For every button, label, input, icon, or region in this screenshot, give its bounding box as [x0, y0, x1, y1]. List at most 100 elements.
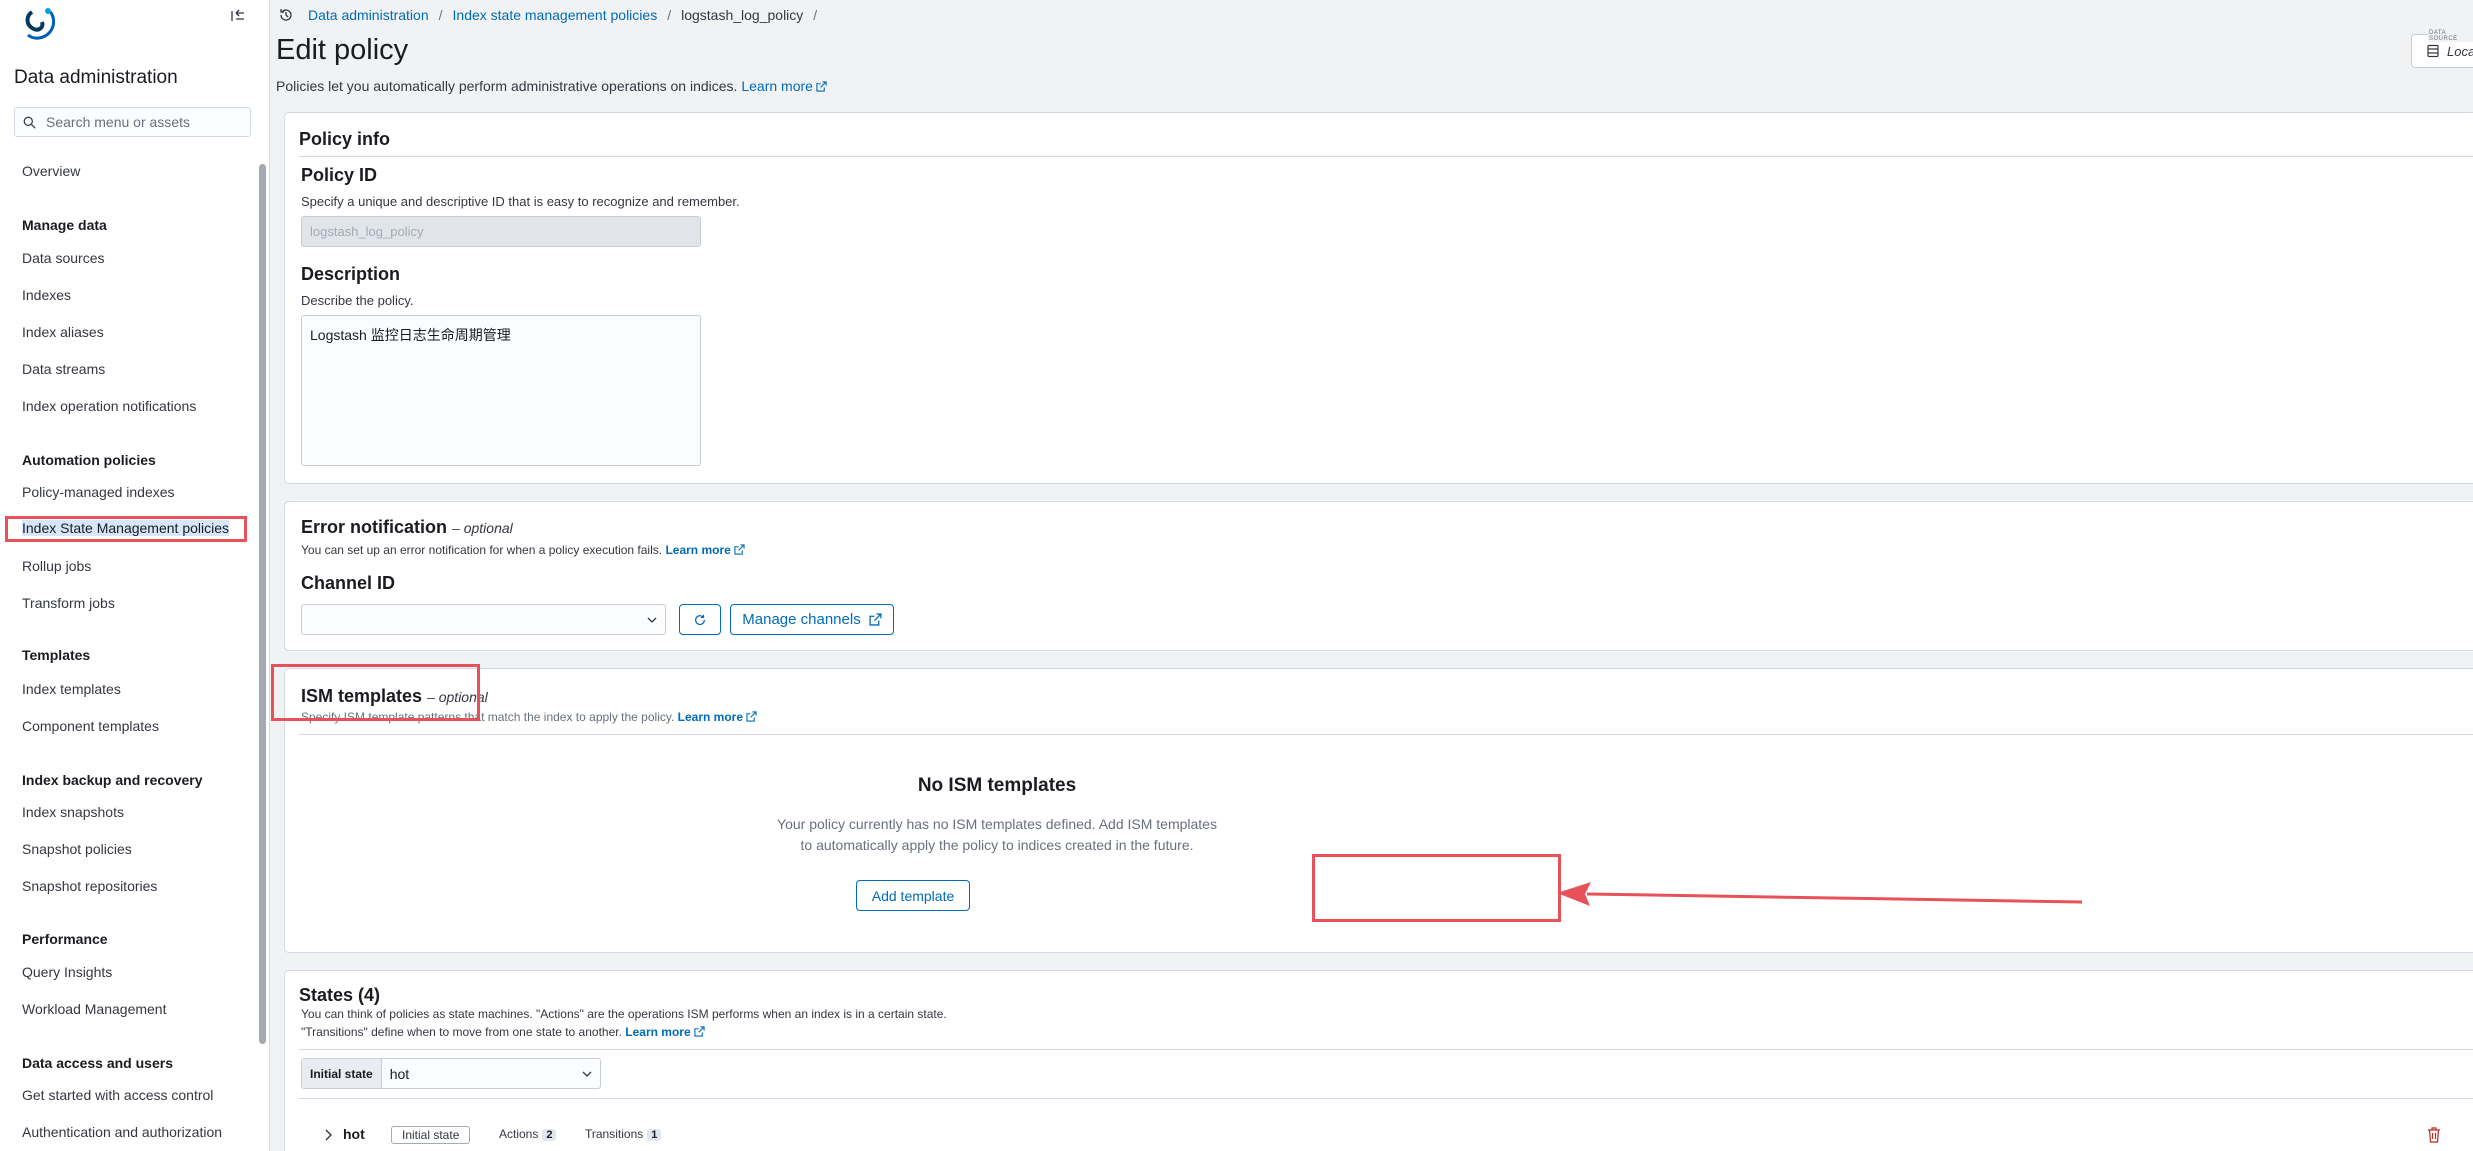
nav-snapshot-repositories[interactable]: Snapshot repositories: [22, 878, 157, 894]
sidebar-search[interactable]: [14, 107, 251, 137]
empty-state-line-2: to automatically apply the policy to ind…: [800, 837, 1194, 853]
sidebar-scrollbar[interactable]: [259, 164, 266, 1044]
channel-id-label: Channel ID: [301, 573, 396, 593]
learn-more-text: Learn more: [665, 543, 731, 557]
sidebar: Data administration Overview Manage data…: [0, 0, 270, 1151]
breadcrumb-separator: /: [667, 7, 672, 23]
annotation-arrow: [1557, 882, 2083, 906]
external-link-icon: [816, 81, 827, 92]
refresh-channels-button[interactable]: [679, 604, 721, 635]
error-notification-help-text: You can set up an error notification for…: [301, 543, 663, 557]
learn-more-text: Learn more: [741, 78, 813, 94]
empty-state-title: No ISM templates: [917, 775, 1077, 796]
description-label: Description: [301, 264, 401, 284]
nav-component-templates[interactable]: Component templates: [22, 718, 159, 734]
channel-id-select[interactable]: [301, 604, 666, 635]
data-source-value: Local: [2447, 44, 2473, 59]
transitions-label: Transitions: [585, 1127, 644, 1141]
nav-heading-templates: Templates: [22, 647, 91, 663]
transitions-count-badge: 1: [647, 1129, 662, 1141]
chevron-down-icon: [582, 1071, 592, 1077]
nav-index-operation-notifications[interactable]: Index operation notifications: [22, 398, 196, 414]
nav-data-sources[interactable]: Data sources: [22, 250, 104, 266]
breadcrumb-separator: /: [438, 7, 443, 23]
nav-transform-jobs[interactable]: Transform jobs: [22, 595, 115, 611]
nav-get-started-access-control[interactable]: Get started with access control: [22, 1087, 213, 1103]
history-icon[interactable]: [278, 7, 294, 23]
states-learn-more[interactable]: Learn more: [625, 1025, 705, 1039]
nav-data-streams[interactable]: Data streams: [22, 361, 105, 377]
initial-state-select[interactable]: Initial state hot: [301, 1058, 601, 1089]
annotation-box-add-template: [1312, 854, 1561, 922]
initial-state-value: hot: [389, 1065, 410, 1082]
manage-channels-label: Manage channels: [742, 611, 861, 628]
chevron-right-icon[interactable]: [323, 1129, 333, 1141]
states-help-line-2: "Transitions" define when to move from o…: [301, 1025, 705, 1039]
description-textarea[interactable]: Logstash 监控日志生命周期管理: [301, 315, 701, 466]
ism-templates-learn-more[interactable]: Learn more: [678, 710, 757, 724]
states-title: States (4): [299, 985, 381, 1005]
nav-rollup-jobs[interactable]: Rollup jobs: [22, 558, 91, 574]
nav-query-insights[interactable]: Query Insights: [22, 964, 112, 980]
divider: [299, 156, 2473, 157]
breadcrumb-ism-policies[interactable]: Index state management policies: [453, 7, 658, 23]
states-help-line-2-text: "Transitions" define when to move from o…: [301, 1025, 622, 1039]
nav-indexes[interactable]: Indexes: [22, 287, 71, 303]
chevron-down-icon: [647, 617, 657, 623]
nav-index-templates[interactable]: Index templates: [22, 681, 121, 697]
error-notification-panel: Error notification – optional You can se…: [284, 501, 2473, 651]
learn-more-text: Learn more: [625, 1025, 691, 1039]
error-notification-title: Error notification – optional: [301, 517, 513, 538]
learn-more-text: Learn more: [677, 710, 744, 724]
collapse-sidebar-icon[interactable]: [230, 8, 248, 26]
error-notification-title-text: Error notification: [301, 517, 448, 537]
state-name: hot: [343, 1126, 365, 1142]
annotation-box-ism-templates: [271, 664, 480, 721]
policy-id-help: Specify a unique and descriptive ID that…: [301, 194, 740, 209]
actions-label: Actions: [499, 1127, 539, 1141]
initial-state-label: Initial state: [302, 1059, 382, 1088]
state-actions: Actions 2: [499, 1127, 557, 1141]
divider: [299, 1049, 2473, 1050]
nav-index-snapshots[interactable]: Index snapshots: [22, 804, 124, 820]
breadcrumb-current: logstash_log_policy: [681, 7, 804, 23]
sidebar-title: Data administration: [14, 67, 178, 88]
page-title: Edit policy: [276, 34, 409, 66]
refresh-icon: [695, 614, 705, 625]
manage-channels-button[interactable]: Manage channels: [730, 604, 894, 635]
nav-policy-managed-indexes[interactable]: Policy-managed indexes: [22, 484, 175, 500]
empty-state-line-1: Your policy currently has no ISM templat…: [777, 816, 1217, 832]
breadcrumb-separator: /: [813, 7, 818, 23]
policy-id-label: Policy ID: [301, 165, 378, 185]
breadcrumb: Data administration / Index state manage…: [278, 7, 827, 23]
error-notification-learn-more[interactable]: Learn more: [665, 543, 745, 557]
nav-heading-performance: Performance: [22, 931, 108, 947]
nav-overview[interactable]: Overview: [22, 163, 80, 179]
database-icon: [2427, 44, 2439, 58]
nav-ism-policies[interactable]: Index State Management policies: [5, 516, 247, 542]
nav-heading-automation: Automation policies: [22, 452, 156, 468]
actions-count-badge: 2: [542, 1129, 557, 1141]
trash-icon[interactable]: [2427, 1127, 2441, 1143]
nav-heading-access: Data access and users: [22, 1055, 173, 1071]
external-link-icon: [746, 711, 757, 722]
page-description-text: Policies let you automatically perform a…: [276, 78, 738, 94]
policy-info-title: Policy info: [299, 129, 391, 149]
learn-more-link[interactable]: Learn more: [741, 78, 827, 94]
nav-heading-manage-data: Manage data: [22, 217, 107, 233]
nav-authentication-authorization[interactable]: Authentication and authorization: [22, 1124, 252, 1140]
error-notification-help: You can set up an error notification for…: [301, 543, 745, 557]
external-link-icon: [734, 544, 745, 555]
initial-state-pill: Initial state: [391, 1126, 471, 1144]
divider: [299, 1098, 2473, 1099]
nav-snapshot-policies[interactable]: Snapshot policies: [22, 841, 132, 857]
nav-index-aliases[interactable]: Index aliases: [22, 324, 104, 340]
opensearch-logo[interactable]: [22, 6, 56, 42]
add-template-button[interactable]: Add template: [856, 880, 970, 911]
sidebar-search-input[interactable]: [46, 114, 236, 130]
external-link-icon: [869, 613, 882, 626]
nav-workload-management[interactable]: Workload Management: [22, 1001, 166, 1017]
state-transitions: Transitions 1: [585, 1127, 662, 1141]
states-help-line-1: You can think of policies as state machi…: [301, 1007, 947, 1021]
breadcrumb-data-administration[interactable]: Data administration: [308, 7, 429, 23]
